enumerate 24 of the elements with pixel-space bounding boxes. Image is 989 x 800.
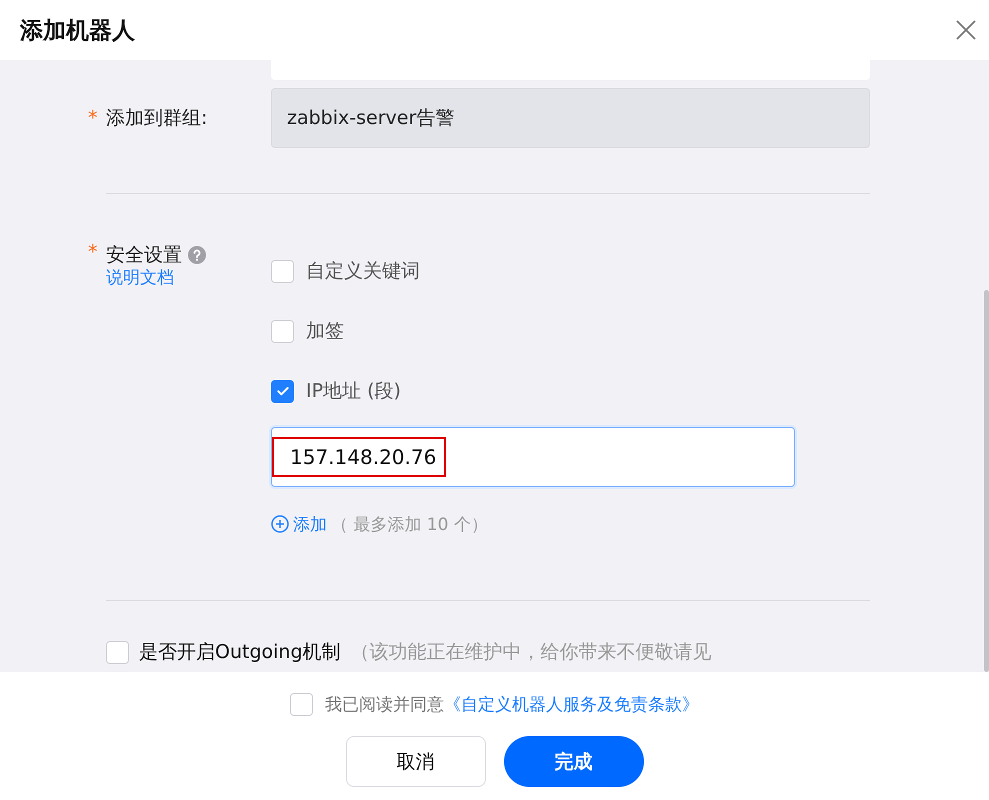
outgoing-label: 是否开启Outgoing机制 bbox=[139, 640, 341, 665]
doc-link[interactable]: 说明文档 bbox=[106, 266, 206, 289]
add-hint: （ 最多添加 10 个） bbox=[331, 514, 488, 536]
field-label: 安全设置 bbox=[106, 244, 182, 266]
option-label[interactable]: 加签 bbox=[306, 318, 344, 344]
scrollbar[interactable] bbox=[984, 290, 989, 672]
ip-value: 157.148.20.76 bbox=[272, 437, 446, 477]
dialog-title: 添加机器人 bbox=[20, 16, 135, 46]
cancel-button[interactable]: 取消 bbox=[346, 736, 486, 787]
option-label[interactable]: IP地址 (段) bbox=[306, 378, 401, 404]
close-icon[interactable] bbox=[955, 19, 977, 41]
agreement-text: 我已阅读并同意 bbox=[325, 695, 444, 715]
terms-link[interactable]: 《自定义机器人服务及免责条款》 bbox=[444, 695, 699, 715]
checkbox[interactable] bbox=[271, 380, 294, 402]
required-mark: * bbox=[88, 241, 98, 263]
ip-field[interactable]: 157.148.20.76 bbox=[271, 427, 795, 487]
required-mark: * bbox=[88, 107, 98, 129]
add-icon[interactable] bbox=[271, 515, 289, 533]
add-link[interactable]: 添加 bbox=[293, 512, 327, 536]
outgoing-hint: （该功能正在维护中，给你带来不便敬请见 bbox=[350, 640, 712, 665]
help-icon[interactable] bbox=[188, 246, 206, 264]
done-button[interactable]: 完成 bbox=[504, 736, 644, 787]
option-label[interactable]: 自定义关键词 bbox=[306, 258, 420, 284]
field-label: 添加到群组: bbox=[106, 106, 208, 131]
